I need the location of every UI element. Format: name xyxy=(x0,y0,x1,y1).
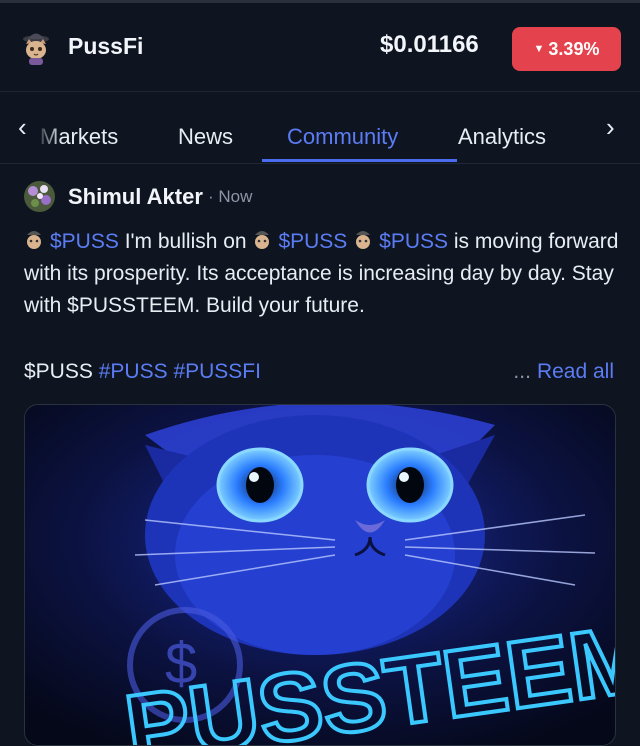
cat-emoji-icon xyxy=(27,231,41,249)
cashtag-link[interactable]: $PUSS xyxy=(50,230,119,253)
active-tab-indicator xyxy=(262,159,457,162)
cat-artwork-image: $ PUSSTEEM xyxy=(25,405,615,745)
hashtag-link[interactable]: #PUSS xyxy=(99,360,168,383)
cashtag-link[interactable]: $PUSS xyxy=(379,230,448,253)
post-time: · Now xyxy=(208,187,253,206)
token-header: PussFi $0.01166 ▼ 3.39% xyxy=(0,3,640,91)
author-name[interactable]: Shimul Akter xyxy=(68,184,203,210)
token-price: $0.01166 xyxy=(380,31,479,58)
tab-news[interactable]: News xyxy=(178,124,233,150)
chevron-left-icon[interactable]: ‹ xyxy=(18,112,27,143)
down-triangle-icon: ▼ xyxy=(533,43,545,55)
token-name: PussFi xyxy=(68,33,144,59)
cashtag-link[interactable]: $PUSS xyxy=(278,230,347,253)
price-change-badge: ▼ 3.39% xyxy=(512,27,621,71)
price-change-value: 3.39% xyxy=(548,38,600,59)
read-all-link[interactable]: ... Read all xyxy=(513,360,614,384)
tabs-divider xyxy=(0,163,640,164)
tab-community[interactable]: Community xyxy=(287,124,398,150)
post-text: I'm bullish on xyxy=(118,230,253,253)
tab-analytics[interactable]: Analytics xyxy=(458,124,546,150)
cat-emoji-icon xyxy=(255,231,270,249)
tab-scroll-fade xyxy=(0,110,62,160)
author-avatar[interactable] xyxy=(24,181,55,212)
post-tags: $PUSS #PUSS #PUSSFI xyxy=(24,360,261,384)
chevron-right-icon[interactable]: › xyxy=(606,112,615,143)
ellipsis: ... xyxy=(513,360,531,383)
hashtag-link[interactable]: #PUSSFI xyxy=(173,360,261,383)
cat-emoji-icon xyxy=(356,231,371,249)
cat-avatar-icon xyxy=(23,33,49,65)
read-all-label[interactable]: Read all xyxy=(537,360,614,383)
post-body: $PUSS I'm bullish on $PUSS $PUSS is movi… xyxy=(24,226,624,322)
tag-plain: $PUSS xyxy=(24,360,93,383)
post-image[interactable]: $ PUSSTEEM xyxy=(24,404,616,746)
